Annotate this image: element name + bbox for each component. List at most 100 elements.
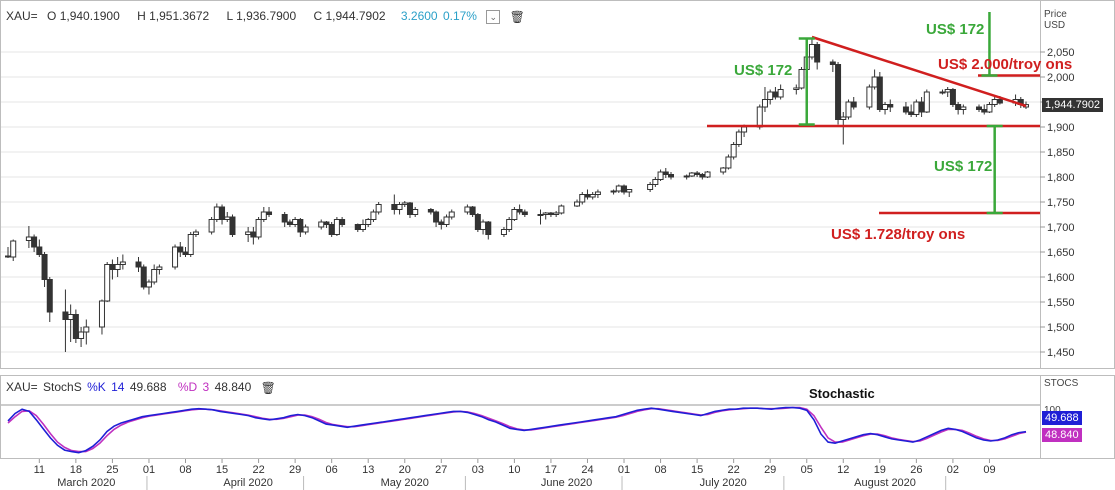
- candle-body: [960, 106, 967, 110]
- candle-body: [850, 101, 857, 108]
- target-high-label: US$ 2.000/troy ons: [938, 56, 1073, 73]
- candle-body: [354, 224, 361, 230]
- price-tick-label: 1,650: [1047, 247, 1075, 259]
- candle-body: [767, 91, 774, 100]
- stoch-header: XAU= StochS %K 14 49.688 %D 3 48.840 🗑: [6, 380, 278, 395]
- candle-body: [10, 240, 17, 258]
- stoch-symbol: XAU=: [6, 380, 38, 394]
- candle-body: [991, 99, 998, 105]
- candle-body: [140, 266, 147, 288]
- candle-body: [887, 104, 894, 108]
- trash-icon[interactable]: 🗑: [510, 10, 525, 24]
- date-tick-label: 01: [618, 464, 630, 476]
- candle-body: [104, 264, 111, 302]
- candle-body: [756, 106, 763, 128]
- candle-body: [511, 209, 518, 220]
- candle-body: [579, 194, 586, 203]
- month-label: June 2020: [541, 477, 592, 489]
- candle-body: [114, 264, 121, 270]
- candle-body: [694, 172, 701, 175]
- date-tick-label: 03: [472, 464, 484, 476]
- price-header: XAU= O 1,940.1900 H 1,951.3672 L 1,936.7…: [6, 9, 527, 24]
- candle-body: [735, 131, 742, 145]
- candle-body: [213, 206, 220, 220]
- candle-body: [808, 44, 815, 58]
- candle-body: [31, 236, 38, 248]
- low-value: L 1,936.7900: [226, 9, 297, 23]
- candle-body: [835, 64, 842, 120]
- candle-body: [902, 106, 909, 113]
- date-tick-label: 18: [70, 464, 82, 476]
- chart-canvas: 2,0502,0001,9501,9001,8501,8001,7501,700…: [0, 0, 1115, 490]
- candle-body: [537, 214, 544, 216]
- candle-body: [323, 221, 330, 225]
- candle-body: [547, 212, 554, 215]
- date-tick-label: 11: [34, 464, 45, 476]
- candle-body: [704, 171, 711, 178]
- candle-body: [5, 255, 11, 258]
- candle-body: [208, 219, 215, 233]
- price-tick-label: 1,800: [1047, 172, 1075, 184]
- price-tick-label: 1,600: [1047, 272, 1075, 284]
- price-tick-label: 1,850: [1047, 147, 1075, 159]
- candle-body: [135, 261, 142, 268]
- candle-body: [339, 219, 346, 225]
- candle-body: [229, 216, 236, 235]
- candle-body: [730, 144, 737, 158]
- candle-body: [777, 89, 784, 98]
- candle-body: [594, 191, 601, 195]
- candle-body: [67, 314, 74, 320]
- price-tick-label: 1,500: [1047, 322, 1075, 334]
- candle-body: [41, 254, 48, 280]
- candle-body: [266, 211, 273, 215]
- candle-body: [923, 91, 930, 113]
- date-tick-label: 29: [289, 464, 301, 476]
- candle-body: [506, 219, 513, 230]
- candle-body: [219, 206, 226, 220]
- price-tick-label: 1,750: [1047, 197, 1075, 209]
- candle-body: [589, 194, 596, 198]
- month-label: April 2020: [223, 477, 273, 489]
- candle-body: [333, 219, 340, 235]
- stoch-d-label: %D: [177, 380, 198, 394]
- candle-body: [302, 226, 309, 233]
- candle-body: [448, 211, 455, 218]
- chevron-down-icon[interactable]: ⌄: [486, 9, 501, 24]
- high-value: H 1,951.3672: [137, 9, 210, 23]
- date-tick-label: 22: [252, 464, 264, 476]
- date-tick-label: 19: [874, 464, 886, 476]
- symbol-label: XAU=: [6, 9, 38, 23]
- stoch-k-label: %K: [87, 380, 106, 394]
- date-tick-label: 06: [326, 464, 338, 476]
- month-label: July 2020: [700, 477, 747, 489]
- candle-body: [260, 211, 267, 220]
- candle-body: [981, 109, 988, 113]
- candle-body: [187, 234, 194, 255]
- stoch-k-value: 49.688: [129, 380, 167, 394]
- candle-body: [913, 101, 920, 115]
- candle-body: [553, 212, 560, 215]
- candle-body: [119, 261, 126, 265]
- candle-body: [955, 104, 962, 110]
- price-axis-title-line2: USD: [1044, 20, 1066, 31]
- candle-body: [36, 246, 43, 255]
- candle-body: [793, 87, 800, 90]
- stoch-trash-icon[interactable]: 🗑: [261, 381, 276, 395]
- candle-body: [574, 201, 581, 207]
- label-172-left: US$ 172: [734, 62, 793, 79]
- candle-body: [78, 331, 85, 339]
- candle-body: [318, 221, 325, 228]
- candle-body: [615, 185, 622, 192]
- candle-body: [610, 190, 617, 193]
- price-tick-label: 1,700: [1047, 222, 1075, 234]
- candle-body: [375, 204, 382, 213]
- candle-body: [328, 224, 335, 235]
- candle-body: [521, 211, 528, 215]
- change-value: 3.2600: [400, 9, 438, 23]
- month-label: August 2020: [854, 477, 916, 489]
- candle-body: [683, 175, 690, 178]
- date-tick-label: 25: [106, 464, 118, 476]
- candle-body: [741, 126, 748, 133]
- candle-body: [427, 209, 434, 213]
- change-pct-value: 0.17%: [442, 9, 477, 23]
